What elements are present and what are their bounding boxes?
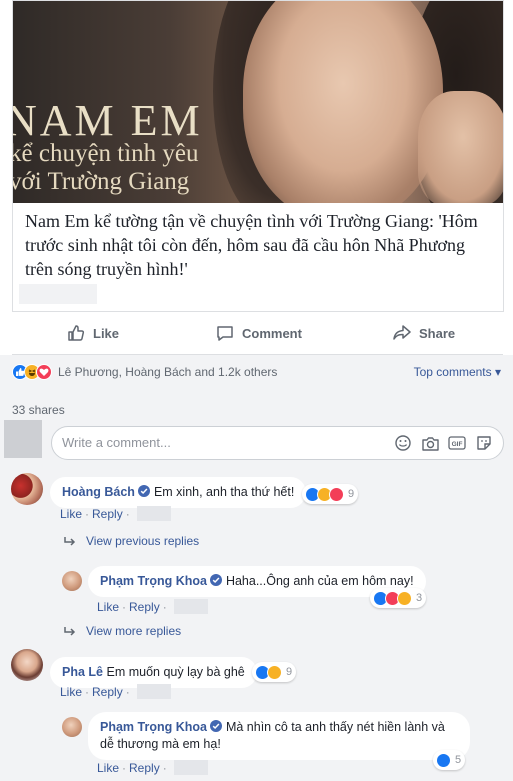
reaction-icons [12,364,52,380]
reactions-summary[interactable]: Lê Phương, Hoàng Bách and 1.2k others [12,364,277,380]
view-more-replies-link[interactable]: View more replies [64,624,181,638]
post-action-bar: Like Comment Share [0,314,513,352]
haha-reaction-icon [267,664,282,680]
comment-reply-link[interactable]: Reply [129,761,160,775]
avatar[interactable] [11,473,43,505]
thumbnail-title-line3: với Trường Giang [13,168,190,195]
timestamp-placeholder [173,760,208,775]
comment-text-line2: dễ thương mà em hạ! [100,737,221,751]
love-reaction-icon [329,486,344,502]
comment-bubble: Hoàng Bách Em xinh, anh tha thứ hết! [50,477,307,508]
reaction-count: 9 [286,666,293,678]
share-arrow-icon [393,325,411,340]
comment-button[interactable]: Comment [216,324,302,342]
article-source-placeholder [19,284,97,304]
share-button[interactable]: Share [393,324,455,342]
reactors-text: Lê Phương, Hoàng Bách and 1.2k others [58,365,278,379]
comment-text: Haha...Ông anh của em hôm nay! [225,574,414,588]
comment-reactions-badge[interactable]: 9 [302,484,359,504]
comment-reply-link[interactable]: Reply [129,600,160,614]
timestamp-placeholder [136,684,171,699]
current-user-avatar [4,420,42,458]
comment-composer[interactable]: GIF [51,426,504,460]
comment-input[interactable] [62,435,362,450]
reaction-count: 3 [416,592,423,604]
comment-author[interactable]: Hoàng Bách [62,485,135,499]
thumbnail-title-line1: NAM EM [13,96,203,145]
comment-reactions-badge[interactable]: 9 [252,662,297,682]
haha-reaction-icon [397,590,412,606]
comment-bubble-icon [217,326,233,341]
share-label: Share [419,325,456,341]
article-headline[interactable]: Nam Em kể tường tận về chuyện tình với T… [25,209,495,281]
reaction-count: 5 [455,754,462,766]
comment-reactions-badge[interactable]: 3 [370,588,427,608]
comment-meta: Like · Reply · [60,506,171,521]
svg-text:GIF: GIF [452,441,463,448]
reply-arrow-icon [64,627,76,636]
comment-author[interactable]: Phạm Trọng Khoa [100,574,207,588]
comment-sort-dropdown[interactable]: Top comments ▾ [414,365,501,379]
comment-text: Em muốn quỳ lạy bà ghê [106,665,245,679]
comment-author[interactable]: Phạm Trọng Khoa [100,720,207,734]
verified-badge-icon [209,574,222,586]
comment-like-link[interactable]: Like [60,507,82,521]
sticker-icon[interactable] [475,434,493,452]
verified-badge-icon [209,720,222,732]
reaction-count: 9 [348,488,355,500]
comment-text-line1: Mà nhìn cô ta anh thấy nét hiền lành và [225,720,445,734]
comment-like-link[interactable]: Like [97,600,119,614]
comment-meta: Like · Reply · [60,684,171,699]
thumbs-up-icon [68,325,85,341]
timestamp-placeholder [136,506,171,521]
comment-like-link[interactable]: Like [60,685,82,699]
shares-count[interactable]: 33 shares [12,403,65,417]
gif-icon[interactable]: GIF [448,434,466,452]
article-thumbnail[interactable]: NAM EM kể chuyện tình yêu với Trường Gia… [13,1,503,203]
camera-icon[interactable] [421,434,439,452]
like-label: Like [93,325,120,341]
avatar[interactable] [62,571,82,591]
like-reaction-icon [436,752,451,768]
love-reaction-icon [36,364,52,380]
composer-icons: GIF [394,434,493,452]
comment-reply-link[interactable]: Reply [92,507,123,521]
comment-text: Em xinh, anh tha thứ hết! [153,485,295,499]
comment-meta: Like · Reply · [97,599,208,614]
comment-label: Comment [242,325,302,341]
reply-bubble: Phạm Trọng Khoa Mà nhìn cô ta anh thấy né… [88,712,470,760]
avatar[interactable] [62,717,82,737]
view-previous-replies-link[interactable]: View previous replies [64,534,199,548]
comment-reactions-badge[interactable]: 5 [433,750,466,770]
like-button[interactable]: Like [67,324,119,342]
reply-arrow-icon [64,537,76,546]
link-preview-card[interactable]: NAM EM kể chuyện tình yêu với Trường Gia… [12,0,504,312]
comment-like-link[interactable]: Like [97,761,119,775]
comment-author[interactable]: Pha Lê [62,665,103,679]
avatar[interactable] [11,649,43,681]
comment-reply-link[interactable]: Reply [92,685,123,699]
comment-meta: Like · Reply · [97,760,208,775]
verified-badge-icon [137,485,150,497]
timestamp-placeholder [173,599,208,614]
emoji-icon[interactable] [394,434,412,452]
thumbnail-title-line2: kể chuyện tình yêu [13,140,199,167]
comments-panel: Lê Phương, Hoàng Bách and 1.2k others To… [0,355,513,781]
